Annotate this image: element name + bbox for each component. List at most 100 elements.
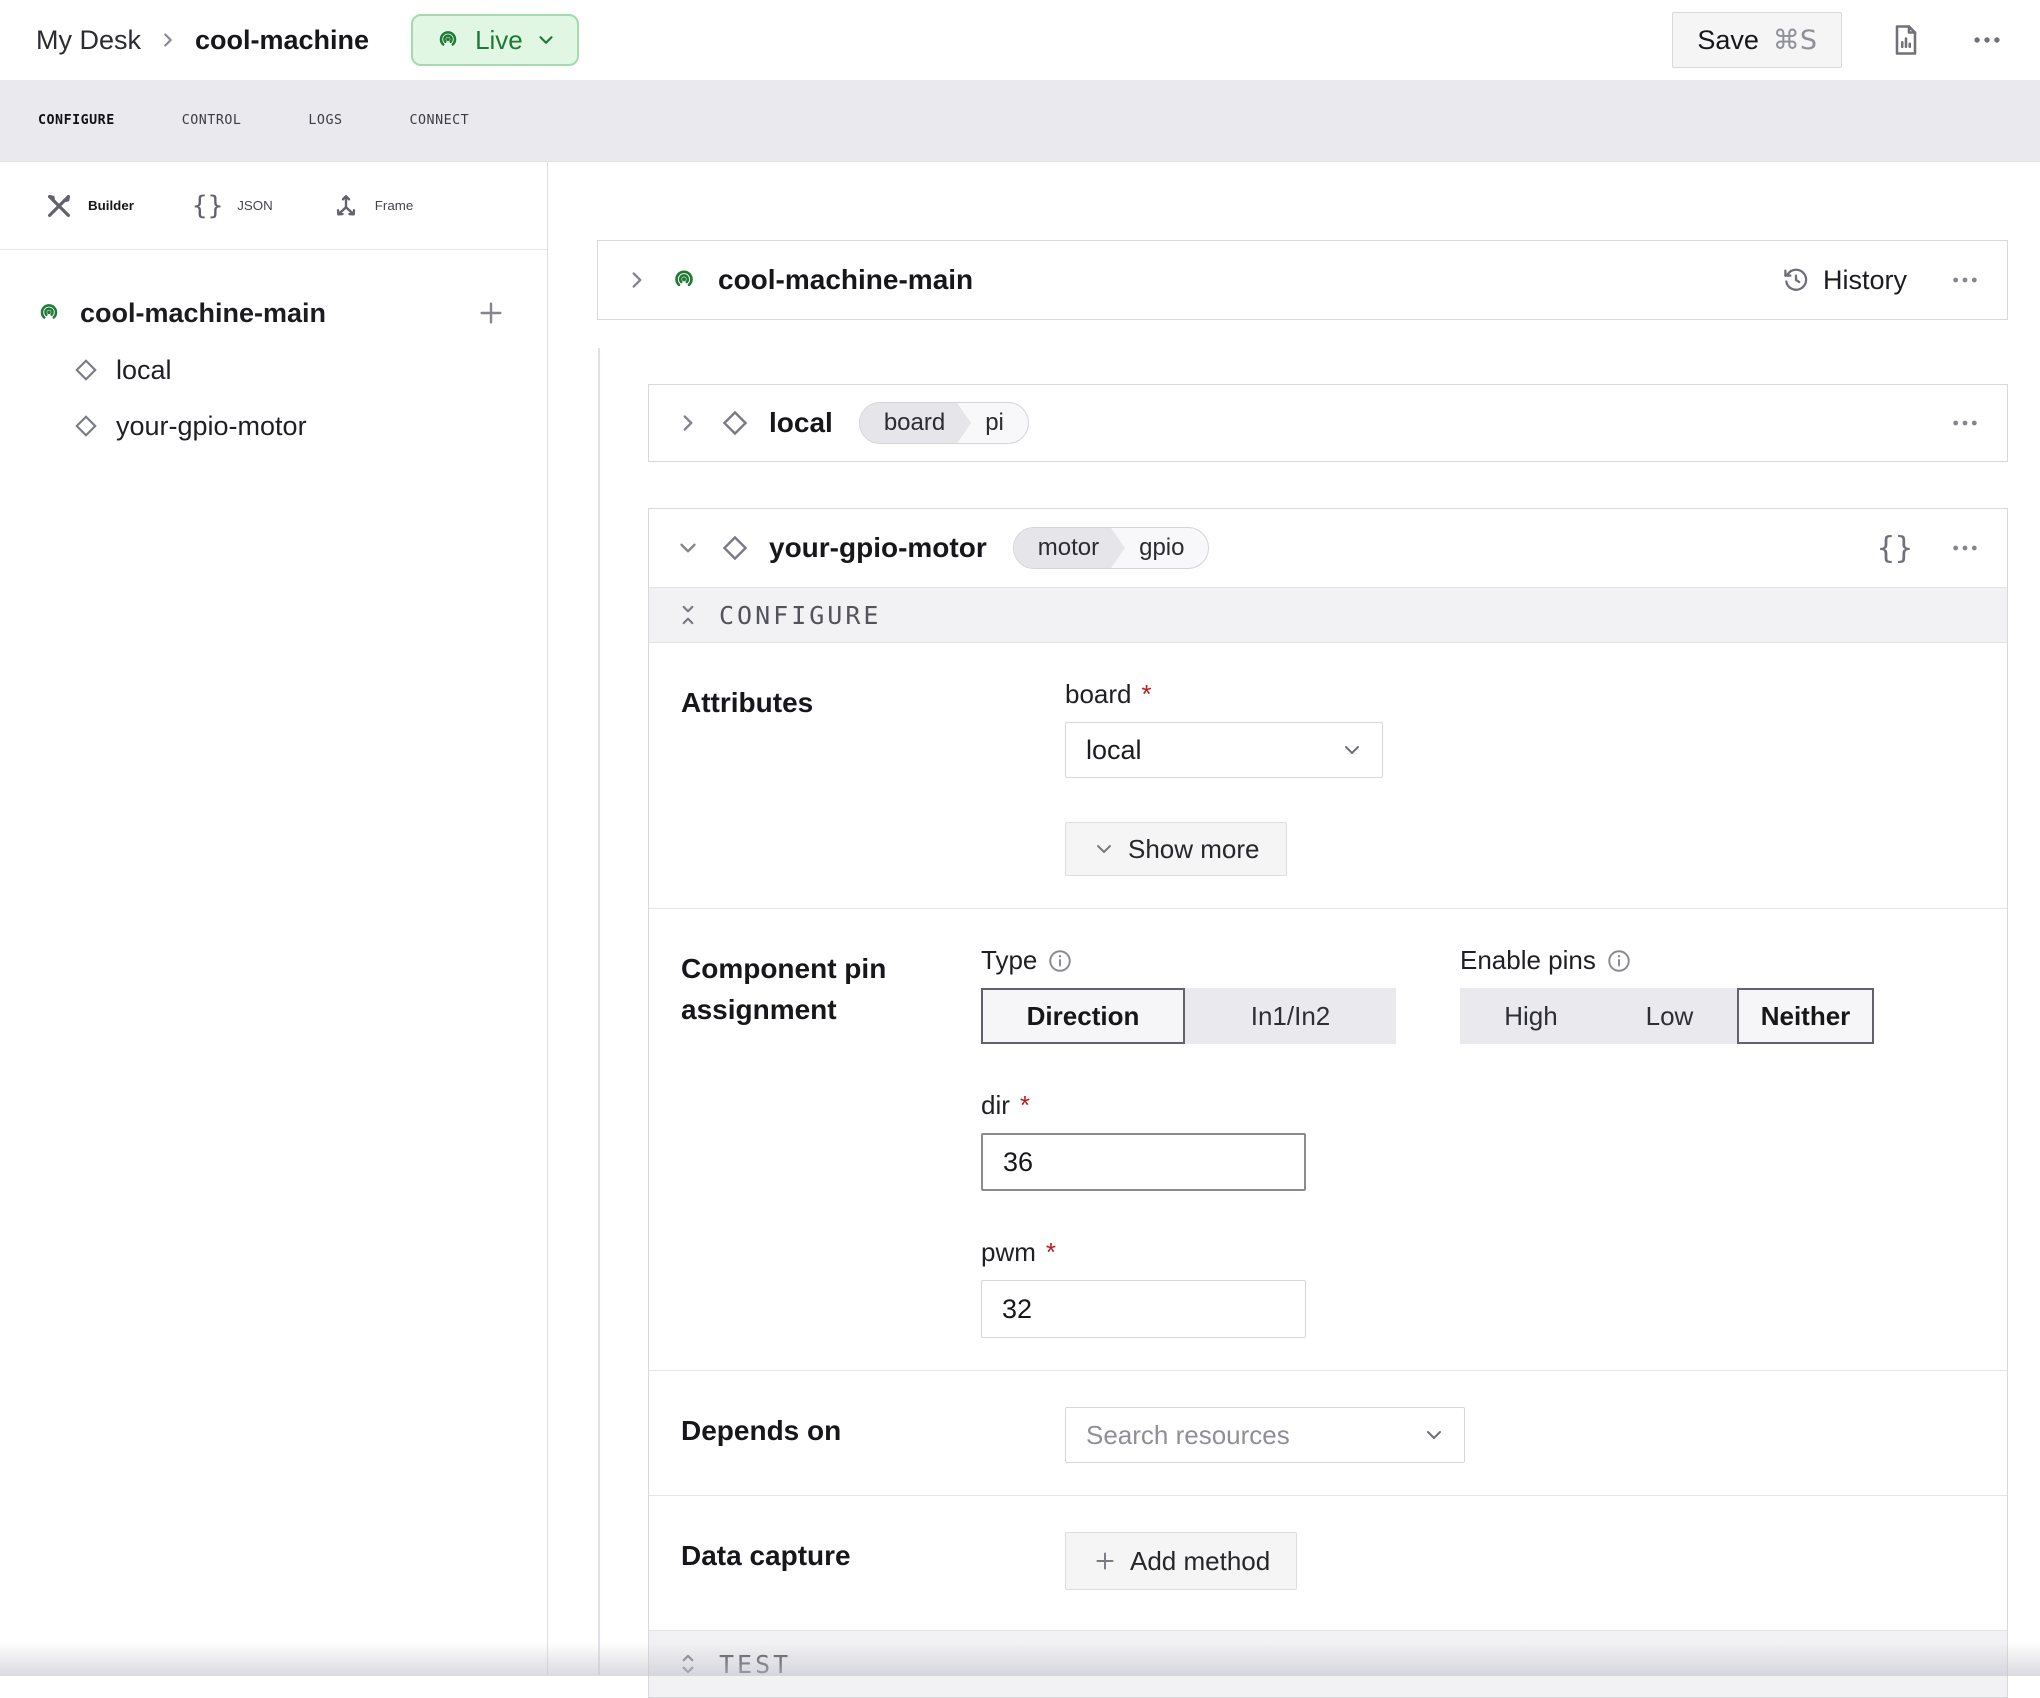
info-icon[interactable] [1047,948,1073,974]
machine-card: cool-machine-main History [597,240,2008,320]
history-label: History [1823,265,1907,296]
dir-pin-input[interactable] [981,1133,1306,1191]
collapse-section-icon [675,602,701,628]
tree-motor-label: your-gpio-motor [116,411,307,442]
chevron-down-icon [535,29,557,51]
test-section-bar[interactable]: TEST [649,1630,2007,1697]
tree-connector-line [598,348,600,1675]
configure-section-bar[interactable]: CONFIGURE [649,587,2007,643]
save-button-label: Save [1697,25,1759,56]
history-button[interactable]: History [1781,265,1907,296]
builder-tools-icon [44,191,74,221]
enable-pins-group: Enable pins High Low Neither [1460,945,1874,1044]
type-toggle: Direction In1/In2 [981,988,1396,1044]
enable-option-neither[interactable]: Neither [1737,988,1874,1044]
tab-configure[interactable]: CONFIGURE [38,113,115,128]
view-frame-label: Frame [375,198,414,213]
badge-model-label: gpio [1125,528,1208,568]
save-shortcut-hint: ⌘S [1773,25,1817,56]
save-button[interactable]: Save ⌘S [1672,12,1842,68]
type-option-direction[interactable]: Direction [981,988,1185,1044]
chevron-down-icon [1422,1423,1446,1447]
enable-option-low[interactable]: Low [1602,988,1737,1044]
local-board-card: local board pi [648,384,2008,462]
type-field-label: Type [981,945,1037,976]
depends-on-heading: Depends on [681,1407,1065,1463]
depends-on-select[interactable]: Search resources [1065,1407,1465,1463]
enable-pins-field-label: Enable pins [1460,945,1596,976]
view-builder[interactable]: Builder [44,191,134,221]
dir-pin-group: dir * [981,1090,1975,1191]
board-select-value: local [1086,735,1142,766]
machine-card-title: cool-machine-main [718,264,973,296]
pin-assignment-heading: Component pin assignment [681,945,981,1338]
machine-more-options-icon[interactable] [1949,264,1981,296]
required-marker: * [1020,1090,1030,1121]
info-icon[interactable] [1606,948,1632,974]
collapse-motor-chevron-icon[interactable] [675,535,701,561]
show-more-button[interactable]: Show more [1065,822,1287,876]
chevron-down-icon [1340,738,1364,762]
topbar-actions: Save ⌘S [1672,12,2004,68]
resource-tree: cool-machine-main local your-gpio-motor [0,250,547,454]
view-frame[interactable]: Frame [331,191,414,221]
edit-json-braces-icon[interactable]: {} [1877,531,1913,566]
frame-axes-icon [331,191,361,221]
history-clock-icon [1781,265,1811,295]
braces-icon: {} [192,191,223,221]
view-builder-label: Builder [88,198,134,213]
type-group: Type Direction In1/In2 [981,945,1396,1044]
expand-machine-chevron-icon[interactable] [624,267,650,293]
add-method-button[interactable]: Add method [1065,1532,1297,1590]
enable-pins-toggle: High Low Neither [1460,988,1874,1044]
show-more-label: Show more [1128,834,1260,865]
tab-logs[interactable]: LOGS [308,113,342,128]
add-component-icon[interactable] [475,297,507,329]
top-bar: My Desk cool-machine Live Save ⌘S [0,0,2040,80]
motor-more-options-icon[interactable] [1949,532,1981,564]
dir-field-label: dir [981,1090,1010,1121]
view-json[interactable]: {} JSON [192,191,273,221]
enable-option-high[interactable]: High [1460,988,1602,1044]
live-broadcast-icon [433,25,463,55]
machine-status-dropdown[interactable]: Live [411,14,579,66]
pwm-pin-input[interactable] [981,1280,1306,1338]
required-marker: * [1046,1237,1056,1268]
add-method-label: Add method [1130,1546,1270,1577]
configure-main: cool-machine-main History [548,162,2040,1675]
primary-tabs: CONFIGURE CONTROL LOGS CONNECT [0,80,2040,162]
breadcrumb-parent[interactable]: My Desk [36,25,141,56]
machine-broadcast-icon [668,264,700,296]
board-select[interactable]: local [1065,722,1383,778]
board-field-label: board [1065,679,1132,710]
component-diamond-icon [719,532,751,564]
attributes-section: Attributes board * local [649,643,2007,909]
pwm-pin-group: pwm * [981,1237,1975,1338]
local-more-options-icon[interactable] [1949,407,1981,439]
tree-item-local[interactable]: local [0,342,547,398]
local-card-title: local [769,407,833,439]
type-option-in1in2[interactable]: In1/In2 [1185,988,1396,1044]
more-options-icon[interactable] [1970,23,2004,57]
badge-type-label: motor [1014,528,1125,568]
component-diamond-icon [72,356,100,384]
tree-local-label: local [116,355,172,386]
motor-type-badge: motor gpio [1013,527,1210,569]
tab-connect[interactable]: CONNECT [410,113,470,128]
component-diamond-icon [719,407,751,439]
data-capture-section: Data capture Add method [649,1496,2007,1630]
depends-on-placeholder: Search resources [1086,1420,1290,1451]
tab-control[interactable]: CONTROL [182,113,242,128]
document-chart-icon[interactable] [1888,22,1924,58]
breadcrumb-current: cool-machine [195,25,369,56]
data-capture-heading: Data capture [681,1532,1065,1590]
motor-card: your-gpio-motor motor gpio {} CONFIGURE [648,508,2008,1698]
tree-item-machine[interactable]: cool-machine-main [0,284,547,342]
test-section-label: TEST [719,1650,791,1679]
badge-model-label: pi [971,403,1028,443]
tree-item-your-gpio-motor[interactable]: your-gpio-motor [0,398,547,454]
attributes-heading: Attributes [681,679,1065,876]
depends-on-section: Depends on Search resources [649,1371,2007,1496]
motor-card-title: your-gpio-motor [769,532,987,564]
expand-local-chevron-icon[interactable] [675,410,701,436]
